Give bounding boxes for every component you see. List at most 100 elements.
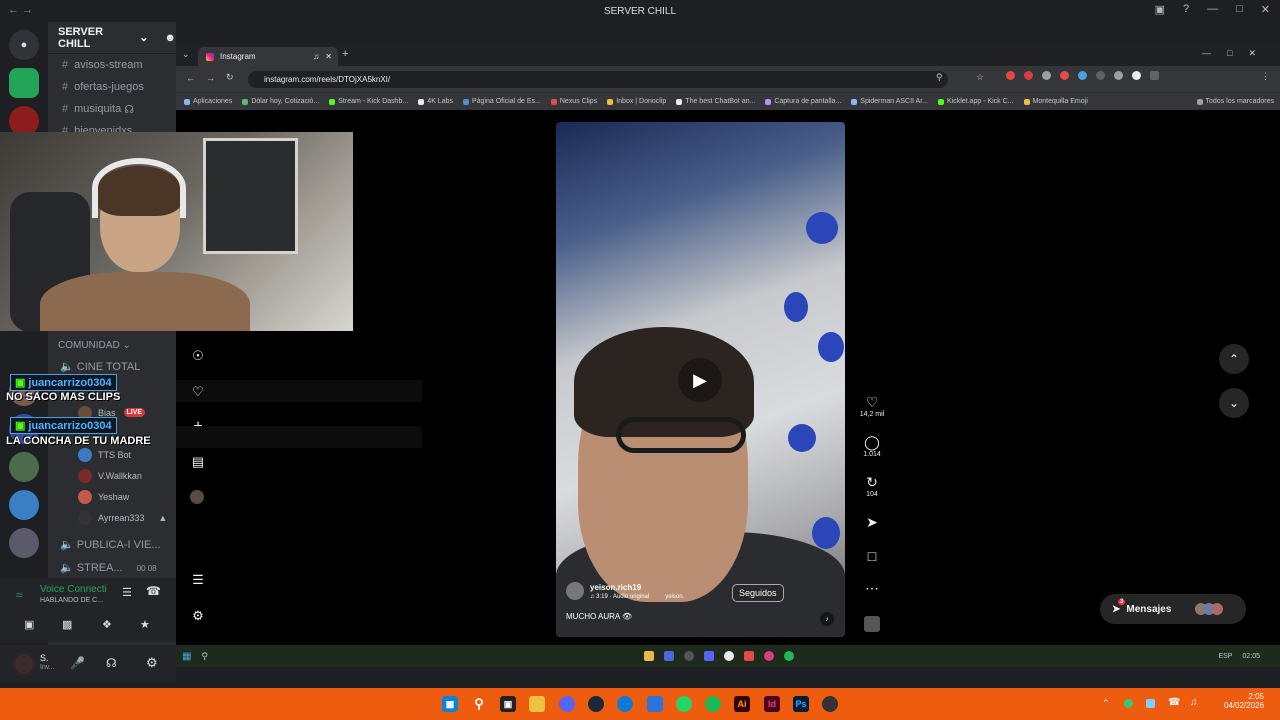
start-icon[interactable]: ▦ (182, 651, 191, 662)
disconnect-icon[interactable]: ☎ (146, 584, 161, 598)
app-icon[interactable] (764, 651, 775, 661)
activities-icon[interactable]: ❖ (102, 618, 112, 631)
channel-item[interactable]: # avisos-stream (48, 54, 176, 76)
voice-channel-cine[interactable]: 🔈 CINE TOTAL (60, 360, 140, 373)
edge-icon[interactable] (617, 696, 633, 712)
inner-clock[interactable]: 02:05 (1242, 653, 1260, 660)
back-forward-icon[interactable]: ← → (8, 4, 33, 16)
bookmark-item[interactable]: Spiderman ASCII Ar... (851, 98, 928, 105)
channel-item[interactable]: # musiquita ☊ (48, 98, 176, 120)
app-icon[interactable] (704, 651, 715, 661)
bookmark-item[interactable]: Página Oficial de Es... (462, 98, 541, 105)
also-from-meta-icon[interactable]: ⚙ (190, 608, 206, 624)
extension-icon[interactable] (1042, 71, 1051, 80)
more-menu-icon[interactable]: ☰ (190, 572, 206, 588)
voice-user-row[interactable]: TTS Bot (78, 444, 131, 465)
bookmark-item[interactable]: Montequilla Emoji (1023, 98, 1088, 105)
previous-reel-button[interactable]: ⌃ (1219, 344, 1249, 374)
steam-icon[interactable] (588, 696, 604, 712)
indesign-icon[interactable]: Id (764, 696, 780, 712)
avatar[interactable] (14, 654, 34, 674)
zoom-icon[interactable]: ⚲ (936, 72, 943, 83)
app-icon[interactable] (684, 651, 695, 661)
save-action[interactable]: □ (857, 548, 887, 564)
voice-user-row[interactable]: Ayrrean333 ▲ (78, 507, 167, 528)
tab-instagram[interactable]: Instagram ♫ ✕ (198, 47, 338, 66)
bookmark-item[interactable]: Aplicaciones (184, 98, 232, 105)
chrome-icon[interactable] (822, 696, 838, 712)
help-icon[interactable]: ? (1183, 3, 1189, 16)
audio-thumbnail[interactable] (864, 616, 880, 632)
app-icon[interactable]: ▣ (500, 696, 516, 712)
reel-username[interactable]: yeison.rich19 (590, 583, 684, 592)
search-icon[interactable]: ⚲ (471, 696, 487, 712)
app-icon[interactable] (724, 651, 735, 661)
url-field[interactable]: instagram.com/reels/DTOjXA5knXI/ (248, 71, 948, 88)
mute-icon[interactable]: ♪ (820, 612, 834, 626)
app-icon[interactable] (744, 651, 755, 661)
more-action[interactable]: ⋯ (857, 580, 887, 597)
category-comunidad[interactable]: COMUNIDAD ⌄ (58, 340, 131, 351)
play-icon[interactable]: ▶ (678, 358, 722, 402)
minimize-icon[interactable]: — (1207, 3, 1218, 16)
voice-user-row[interactable]: V.Wallkkan (78, 465, 142, 486)
settings-icon[interactable]: ⚙ (146, 655, 158, 671)
share-action[interactable]: ➤ (857, 514, 887, 531)
audio-icon[interactable]: ♫ (313, 52, 319, 61)
file-explorer-icon[interactable] (529, 696, 545, 712)
extensions-puzzle-icon[interactable] (1150, 71, 1159, 80)
new-tab-icon[interactable]: + (342, 48, 348, 60)
extension-icon[interactable] (1078, 71, 1087, 80)
avatar[interactable] (566, 582, 584, 600)
server-icon[interactable] (9, 68, 39, 98)
volume-icon[interactable]: ♫ (1190, 697, 1198, 708)
bookmark-item[interactable]: Nexus Clips (550, 98, 597, 105)
photoshop-icon[interactable]: Ps (793, 696, 809, 712)
whatsapp-icon[interactable] (676, 696, 692, 712)
repost-action[interactable]: ↻ 104 (857, 474, 887, 498)
app-icon[interactable] (644, 651, 655, 661)
app-icon[interactable] (664, 651, 675, 661)
reel-video[interactable]: ▶ yeison.rich19 ♫ 3:19 · Audio original y… (556, 122, 845, 637)
server-icon[interactable] (9, 490, 39, 520)
maximize-icon[interactable]: □ (1236, 3, 1243, 16)
notifications-heart-icon[interactable]: ♡ (190, 384, 206, 400)
add-member-icon[interactable]: ☻ (164, 32, 176, 44)
tray-icon[interactable] (1146, 699, 1155, 708)
window-controls[interactable]: —□✕ (1202, 48, 1272, 59)
server-icon[interactable] (9, 528, 39, 558)
microphone-icon[interactable]: 🎤 (70, 656, 85, 670)
bookmark-item[interactable]: Inbox | Donoclip (607, 98, 666, 105)
screen-share-icon[interactable]: ▩ (62, 618, 72, 631)
voice-channel-stream[interactable]: 🔈 STREA... 00 08 (60, 561, 157, 574)
extension-icon[interactable] (1132, 71, 1141, 80)
bookmark-item[interactable]: Kicklet.app - Kick C... (937, 98, 1014, 105)
clock[interactable]: 2:05 04/02/2026 (1224, 692, 1264, 710)
server-header[interactable]: SERVER CHILL ⌄ ☻ (48, 22, 176, 54)
profile-avatar[interactable] (190, 490, 204, 504)
bookmark-item[interactable]: 4K Labs (418, 98, 453, 105)
next-reel-button[interactable]: ⌄ (1219, 388, 1249, 418)
discord-home-icon[interactable]: ● (9, 30, 39, 60)
extension-icon[interactable] (1096, 71, 1105, 80)
spotify-icon[interactable] (705, 696, 721, 712)
tray-icon[interactable] (1124, 699, 1133, 708)
voice-channel-publica[interactable]: 🔈 PUBLICA-I VIE... (60, 538, 161, 551)
all-bookmarks[interactable]: Todos los marcadores (1196, 98, 1274, 105)
forward-icon[interactable]: → (206, 73, 215, 83)
language-indicator[interactable]: ESP (1218, 653, 1232, 660)
discord-icon[interactable] (559, 696, 575, 712)
headphones-icon[interactable]: ☊ (106, 656, 117, 670)
illustrator-icon[interactable]: Ai (734, 696, 750, 712)
noise-suppression-icon[interactable]: ☰ (122, 586, 132, 599)
close-icon[interactable]: ✕ (1261, 3, 1270, 16)
extension-icon[interactable] (1060, 71, 1069, 80)
server-icon[interactable] (9, 452, 39, 482)
extension-icon[interactable] (1024, 71, 1033, 80)
voice-connected-title[interactable]: Voice Connecti (40, 584, 107, 595)
bookmark-item[interactable]: Dólar hoy, Cotizació... (242, 98, 319, 105)
camera-off-icon[interactable]: ▣ (24, 618, 34, 631)
bookmark-item[interactable]: The best ChatBot an... (676, 98, 755, 105)
tab-search-icon[interactable]: ⌄ (182, 49, 190, 60)
dashboard-icon[interactable]: ▤ (190, 454, 206, 470)
